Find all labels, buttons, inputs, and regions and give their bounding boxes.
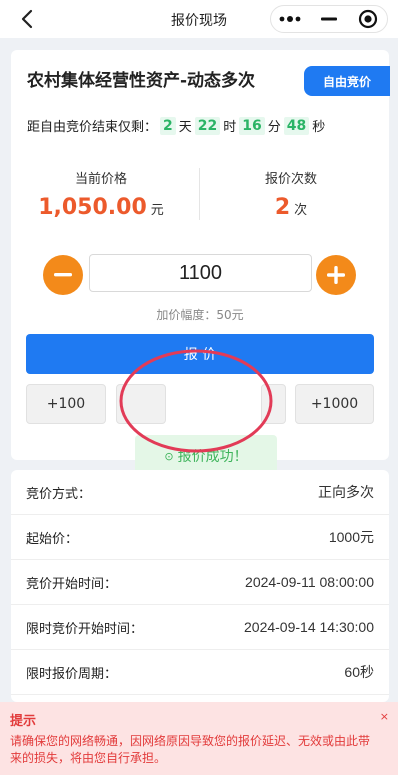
mini-program-capsule: [270, 5, 388, 33]
info-row-timed-start: 限时竞价开始时间： 2024-09-14 14:30:00: [11, 605, 389, 650]
info-label: 限时竞价开始时间：: [26, 621, 144, 637]
auction-type-tag: 自由竞价: [304, 66, 390, 96]
minimize-button[interactable]: [314, 7, 344, 31]
info-value: 2024-09-11 08:00:00: [245, 574, 374, 590]
countdown-hours-unit: 时: [223, 120, 237, 135]
record-target-icon: [358, 9, 377, 29]
tip-title: 提示: [10, 714, 37, 729]
info-row-start-price: 起始价： 1000元: [11, 515, 389, 560]
info-value: 60秒: [344, 664, 374, 680]
plus-icon: [327, 266, 345, 284]
current-price-stat: 当前价格 1,050.00 元: [11, 168, 191, 220]
close-button[interactable]: [353, 7, 383, 31]
current-price-value-row: 1,050.00 元: [11, 195, 191, 220]
countdown-minutes: 16: [239, 116, 265, 135]
quick-add-100-button[interactable]: +100: [26, 384, 106, 424]
auction-title: 农村集体经营性资产-动态多次: [27, 71, 256, 91]
minus-icon: [54, 273, 72, 277]
increment-label: 加价幅度：50元: [156, 308, 244, 322]
info-value: 1000元: [328, 529, 374, 545]
info-label: 起始价：: [26, 531, 79, 547]
countdown: 距自由竞价结束仅剩： 2 天 22 时 16 分 48 秒: [27, 116, 325, 135]
countdown-minutes-unit: 分: [267, 120, 281, 135]
auction-info-list: 竞价方式： 正向多次 起始价： 1000元 竞价开始时间： 2024-09-11…: [11, 470, 389, 702]
countdown-prefix: 距自由竞价结束仅剩：: [27, 120, 158, 135]
countdown-days-unit: 天: [178, 120, 192, 135]
countdown-days: 2: [160, 116, 176, 135]
current-price-unit: 元: [150, 203, 164, 218]
highlight-ellipse: [119, 349, 273, 453]
minimize-icon: [320, 17, 337, 21]
top-nav-bar: 报价现场: [0, 0, 398, 38]
info-label: 竞价开始时间：: [26, 576, 118, 592]
countdown-seconds: 48: [283, 116, 310, 135]
stats-divider: [199, 168, 200, 220]
countdown-hours: 22: [194, 116, 221, 135]
info-row-start-time: 竞价开始时间： 2024-09-11 08:00:00: [11, 560, 389, 605]
bid-price-input[interactable]: [89, 254, 312, 292]
info-row-bid-method: 竞价方式： 正向多次: [11, 470, 389, 515]
info-value: 正向多次: [318, 484, 374, 500]
more-button[interactable]: [275, 7, 305, 31]
countdown-seconds-unit: 秒: [312, 120, 326, 135]
info-label: 限时报价周期：: [26, 666, 118, 682]
bid-count-value-row: 2次: [201, 195, 381, 220]
info-value: 2024-09-14 14:30:00: [244, 619, 374, 635]
increase-button[interactable]: [316, 255, 356, 295]
bid-count-label: 报价次数: [264, 172, 317, 187]
bid-count-stat: 报价次数 2次: [201, 168, 381, 220]
tip-text: 请确保您的网络畅通，因网络原因导致您的报价延迟、无效或由此带来的损失，将由您自行…: [10, 734, 371, 765]
price-stats: 当前价格 1,050.00 元 报价次数 2次: [11, 168, 389, 224]
network-tip-banner: 提示 请确保您的网络畅通，因网络原因导致您的报价延迟、无效或由此带来的损失，将由…: [0, 702, 398, 775]
bid-count-value: 2: [274, 195, 291, 220]
info-row-timed-period: 限时报价周期： 60秒: [11, 650, 389, 695]
current-price-value: 1,050.00: [38, 195, 147, 220]
current-price-label: 当前价格: [74, 172, 127, 187]
info-label: 竞价方式：: [26, 486, 92, 502]
more-dots-icon: [279, 16, 301, 22]
decrease-button[interactable]: [43, 255, 83, 295]
quick-add-1000-button[interactable]: +1000: [295, 384, 374, 424]
bid-count-unit: 次: [294, 203, 308, 218]
close-icon[interactable]: ×: [380, 710, 389, 723]
